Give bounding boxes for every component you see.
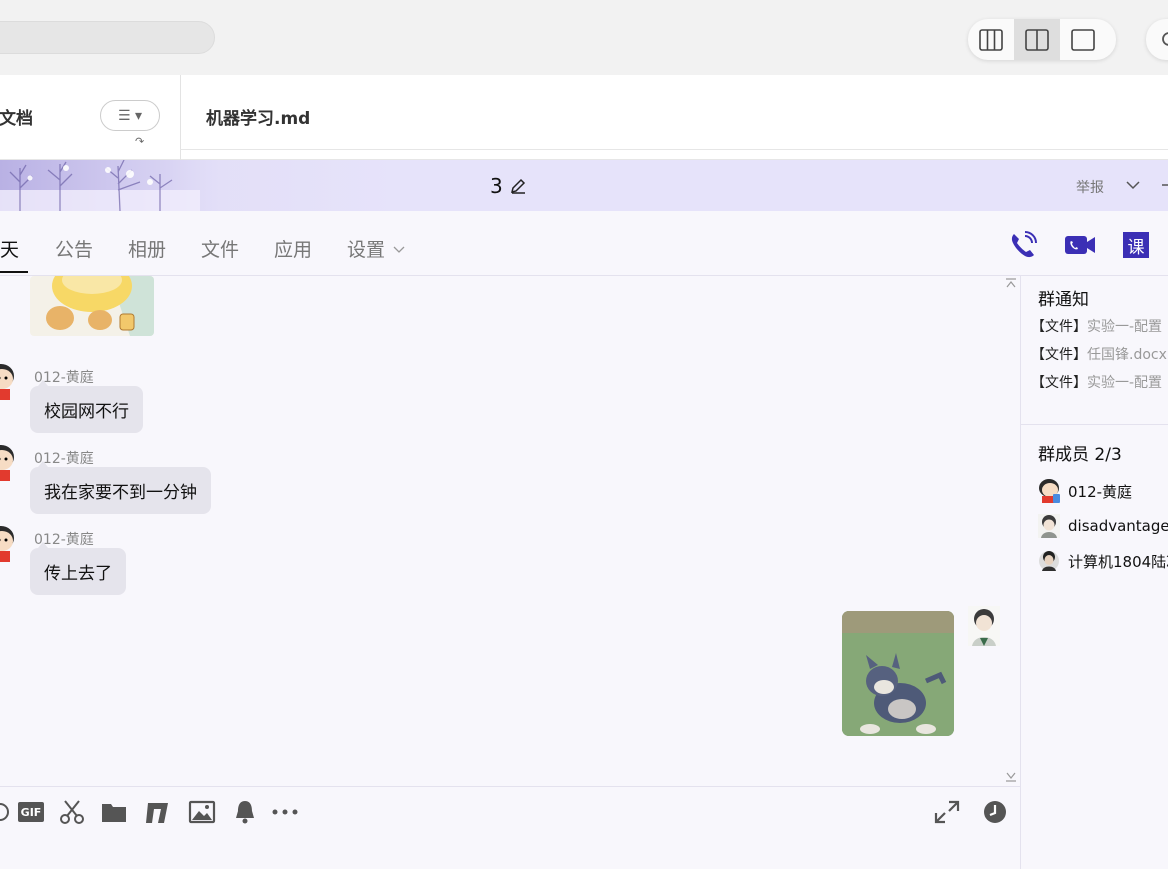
single-column-layout-button[interactable]	[1060, 19, 1106, 60]
member-avatar	[1039, 551, 1059, 571]
three-column-icon	[979, 28, 1003, 51]
history-icon[interactable]	[981, 799, 1009, 825]
notice-prefix: 【文件】	[1031, 375, 1087, 391]
notice-item[interactable]: 【文件】实验一-配置	[1031, 372, 1162, 392]
chevron-down-icon[interactable]	[1125, 177, 1141, 193]
group-notice-title[interactable]: 群通知	[1038, 285, 1089, 310]
notice-filename: 实验一-配置	[1087, 319, 1163, 335]
message-list[interactable]: 012-黄庭 校园网不行 012-黄庭 我在家要不到一分钟 012-黄庭 传上去…	[0, 276, 1020, 786]
chat-title-text: 3	[490, 174, 503, 198]
document-title[interactable]: 机器学习.md	[206, 104, 310, 129]
new-document-title[interactable]: 新文档	[0, 104, 33, 129]
my-avatar[interactable]	[968, 606, 1000, 646]
notice-item[interactable]: 【文件】实验一-配置	[1031, 316, 1162, 336]
image-icon[interactable]	[188, 799, 216, 825]
tab-album[interactable]: 相册	[128, 235, 166, 262]
scissors-icon[interactable]	[58, 799, 86, 825]
chat-tabs: 天 公告 相册 文件 应用 设置 课	[0, 211, 1168, 276]
tab-announcement[interactable]: 公告	[55, 235, 93, 262]
chevron-down-icon	[393, 246, 405, 253]
notice-prefix: 【文件】	[1031, 319, 1087, 335]
tab-settings-label: 设置	[347, 239, 386, 261]
snow-scene-banner	[0, 160, 240, 211]
scroll-to-bottom-icon[interactable]	[1005, 770, 1017, 782]
chat-title[interactable]: 3	[490, 174, 527, 198]
gif-label: GIF	[18, 802, 44, 822]
curl-icon: ↷	[135, 135, 145, 148]
layout-switcher	[968, 19, 1116, 60]
expand-icon[interactable]	[933, 799, 961, 825]
tab-files[interactable]: 文件	[201, 235, 239, 262]
music-icon[interactable]	[144, 799, 172, 825]
member-item[interactable]: 计算机1804陆冰	[1038, 549, 1168, 573]
message-bubble[interactable]: 我在家要不到一分钟	[30, 461, 211, 514]
member-avatar	[1038, 514, 1060, 538]
sent-image-tom-cat[interactable]	[842, 611, 954, 736]
folder-icon[interactable]	[100, 799, 128, 825]
document-header: 新文档 ☰ ▾ ↷ 机器学习.md	[0, 75, 1168, 160]
notice-item[interactable]: 【文件】任国锋.docx	[1031, 344, 1167, 364]
document-menu-button[interactable]: ☰ ▾	[100, 100, 160, 131]
active-tab-indicator	[0, 271, 28, 273]
panel-divider	[1021, 424, 1168, 425]
search-button[interactable]	[1146, 19, 1168, 60]
member-item[interactable]: 012-黄庭	[1038, 479, 1132, 503]
member-name: 计算机1804陆冰	[1068, 552, 1168, 571]
group-side-panel: 群通知 【文件】实验一-配置 【文件】任国锋.docx 【文件】实验一-配置 群…	[1020, 276, 1168, 869]
sender-avatar[interactable]	[0, 443, 16, 481]
panel-divider	[180, 75, 181, 160]
report-link[interactable]: 举报	[1076, 177, 1104, 197]
sticker-image[interactable]	[30, 276, 154, 336]
three-column-layout-button[interactable]	[968, 19, 1014, 60]
search-icon	[1162, 32, 1168, 46]
address-bar[interactable]	[0, 21, 215, 54]
edit-icon[interactable]	[509, 177, 527, 195]
tab-chat[interactable]: 天	[0, 235, 19, 262]
bell-icon[interactable]	[231, 799, 259, 825]
notice-prefix: 【文件】	[1031, 347, 1087, 363]
minimize-icon[interactable]	[1160, 177, 1168, 193]
class-icon[interactable]: 课	[1123, 232, 1149, 258]
phone-icon[interactable]	[1008, 230, 1038, 260]
notice-filename: 任国锋.docx	[1087, 347, 1167, 363]
group-members-title[interactable]: 群成员 2/3	[1038, 440, 1122, 465]
header-rule	[180, 149, 1168, 150]
scroll-to-top-icon[interactable]	[1005, 278, 1017, 290]
sender-avatar[interactable]	[0, 362, 16, 400]
message-bubble[interactable]: 传上去了	[30, 542, 126, 595]
message-bubble[interactable]: 校园网不行	[30, 380, 143, 433]
member-avatar	[1039, 479, 1060, 503]
single-column-icon	[1071, 28, 1095, 51]
emoji-icon[interactable]	[0, 799, 18, 825]
video-icon[interactable]	[1064, 230, 1096, 260]
two-column-icon	[1025, 28, 1049, 51]
chat-window-header: 3 举报	[0, 160, 1168, 211]
more-icon[interactable]	[271, 799, 299, 825]
gif-icon[interactable]: GIF	[17, 799, 45, 825]
member-item[interactable]: disadvantage	[1038, 514, 1168, 538]
input-toolbar: GIF	[0, 786, 1020, 869]
tab-apps[interactable]: 应用	[274, 235, 312, 262]
tab-settings[interactable]: 设置	[347, 235, 405, 262]
browser-toolbar	[0, 0, 1168, 75]
sender-avatar[interactable]	[0, 524, 16, 562]
member-name: disadvantage	[1068, 517, 1168, 535]
member-name: 012-黄庭	[1068, 482, 1133, 501]
two-column-layout-button[interactable]	[1014, 19, 1060, 60]
notice-filename: 实验一-配置	[1087, 375, 1163, 391]
